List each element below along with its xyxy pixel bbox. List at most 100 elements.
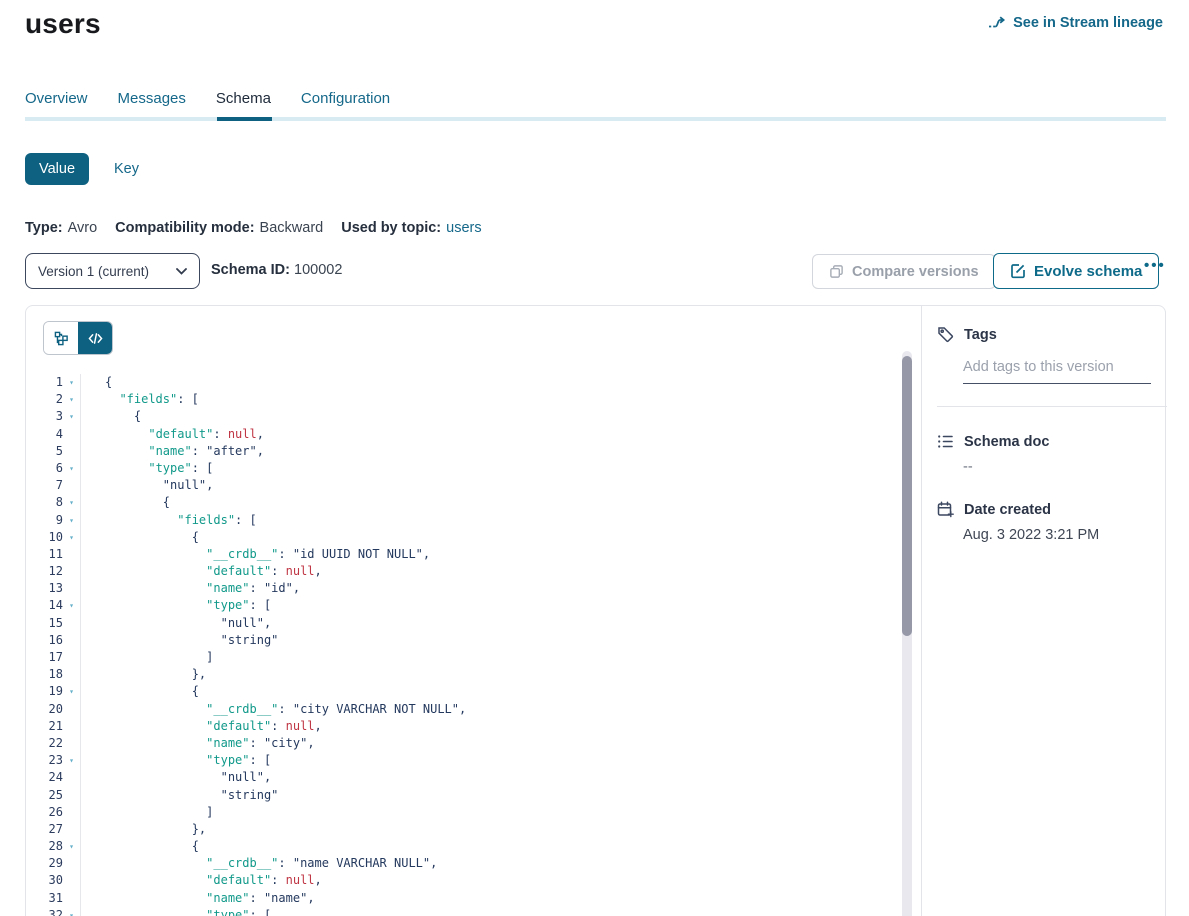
topic-link[interactable]: users — [446, 220, 481, 236]
code-line: 29"__crdb__": "name VARCHAR NULL", — [26, 855, 902, 872]
fold-spacer — [63, 546, 80, 563]
editor-scrollbar-track[interactable] — [902, 351, 912, 916]
fold-spacer — [63, 580, 80, 597]
tab-schema[interactable]: Schema — [216, 90, 271, 107]
compatibility-value: Backward — [260, 220, 324, 236]
value-tab-button[interactable]: Value — [25, 153, 89, 185]
fold-spacer — [63, 632, 80, 649]
code-line: 22"name": "city", — [26, 735, 902, 752]
code-line: 13 "name": "id", — [26, 580, 902, 597]
line-number: 4 — [26, 426, 63, 443]
line-number: 13 — [26, 580, 63, 597]
line-number: 32 — [26, 907, 63, 916]
tab-messages[interactable]: Messages — [118, 90, 186, 107]
schema-doc-section-header: Schema doc — [937, 433, 1167, 450]
line-number: 26 — [26, 804, 63, 821]
fold-spacer — [63, 855, 80, 872]
tab-configuration[interactable]: Configuration — [301, 90, 390, 107]
date-created-title: Date created — [964, 502, 1051, 518]
key-tab-link[interactable]: Key — [114, 161, 139, 177]
fold-chevron-icon[interactable]: ▾ — [63, 408, 80, 425]
fold-spacer — [63, 872, 80, 889]
line-number: 30 — [26, 872, 63, 889]
code-text: }, — [80, 666, 206, 683]
line-number: 15 — [26, 615, 63, 632]
more-options-button[interactable]: ••• — [1144, 257, 1166, 274]
schema-sidebar: Tags Schema doc -- — [923, 306, 1167, 916]
fold-chevron-icon[interactable]: ▾ — [63, 529, 80, 546]
code-line: 26] — [26, 804, 902, 821]
fold-chevron-icon[interactable]: ▾ — [63, 391, 80, 408]
schema-card: 1▾{2▾"fields": [3▾{4"default": null,5"na… — [25, 305, 1166, 916]
line-number: 28 — [26, 838, 63, 855]
fold-spacer — [63, 787, 80, 804]
fold-chevron-icon[interactable]: ▾ — [63, 494, 80, 511]
code-line: 3▾{ — [26, 408, 902, 425]
tags-title: Tags — [964, 327, 997, 343]
code-text: { — [80, 683, 199, 700]
page-title: users — [25, 8, 101, 40]
fold-chevron-icon[interactable]: ▾ — [63, 597, 80, 614]
fold-chevron-icon[interactable]: ▾ — [63, 752, 80, 769]
version-select-value: Version 1 (current) — [38, 264, 149, 279]
line-number: 16 — [26, 632, 63, 649]
fold-chevron-icon[interactable]: ▾ — [63, 907, 80, 916]
tree-view-button[interactable] — [44, 322, 78, 354]
line-number: 1 — [26, 374, 63, 391]
code-text: "default": null, — [80, 426, 264, 443]
add-tags-input[interactable] — [963, 357, 1151, 384]
type-label: Type: — [25, 220, 63, 236]
tab-overview[interactable]: Overview — [25, 90, 88, 107]
compare-versions-button[interactable]: Compare versions — [812, 254, 996, 289]
schema-id-value: 100002 — [294, 262, 342, 278]
line-number: 2 — [26, 391, 63, 408]
code-text: { — [80, 408, 141, 425]
code-text: "default": null, — [80, 718, 322, 735]
stream-lineage-icon — [988, 16, 1006, 30]
fold-chevron-icon[interactable]: ▾ — [63, 374, 80, 391]
code-text: "default": null, — [80, 872, 322, 889]
stream-lineage-link[interactable]: See in Stream lineage — [988, 15, 1163, 31]
version-toolbar: Version 1 (current) Schema ID: 100002 Co… — [0, 251, 1189, 291]
fold-chevron-icon[interactable]: ▾ — [63, 460, 80, 477]
code-line: 24"null", — [26, 769, 902, 786]
code-text: "type": [ — [80, 460, 213, 477]
evolve-schema-button[interactable]: Evolve schema — [993, 253, 1159, 289]
schema-editor: 1▾{2▾"fields": [3▾{4"default": null,5"na… — [26, 306, 922, 916]
fold-spacer — [63, 718, 80, 735]
list-icon — [937, 433, 954, 450]
used-by-topic-label: Used by topic: — [341, 220, 441, 236]
code-text: "name": "id", — [80, 580, 300, 597]
code-text: { — [80, 838, 199, 855]
code-line: 2▾"fields": [ — [26, 391, 902, 408]
code-text: ] — [80, 649, 213, 666]
code-view-button[interactable] — [78, 322, 112, 354]
line-number: 18 — [26, 666, 63, 683]
fold-spacer — [63, 443, 80, 460]
fold-chevron-icon[interactable]: ▾ — [63, 683, 80, 700]
line-number: 19 — [26, 683, 63, 700]
edit-box-icon — [1010, 263, 1026, 279]
code-text: "name": "city", — [80, 735, 315, 752]
code-line: 31"name": "name", — [26, 890, 902, 907]
fold-spacer — [63, 701, 80, 718]
editor-scrollbar-thumb[interactable] — [902, 356, 912, 636]
compatibility-label: Compatibility mode: — [115, 220, 254, 236]
code-line: 19▾{ — [26, 683, 902, 700]
version-select[interactable]: Version 1 (current) — [25, 253, 200, 289]
fold-spacer — [63, 769, 80, 786]
line-number: 3 — [26, 408, 63, 425]
code-text: "__crdb__": "name VARCHAR NULL", — [80, 855, 437, 872]
code-line: 18}, — [26, 666, 902, 683]
code-line: 20"__crdb__": "city VARCHAR NOT NULL", — [26, 701, 902, 718]
fold-spacer — [63, 426, 80, 443]
code-text: "null", — [80, 615, 271, 632]
tree-view-icon — [54, 331, 69, 346]
value-key-toggle: Value Key — [25, 153, 139, 185]
code-text: "type": [ — [80, 752, 271, 769]
code-text: { — [80, 529, 199, 546]
fold-spacer — [63, 563, 80, 580]
code-text: "__crdb__": "id UUID NOT NULL", — [80, 546, 430, 563]
fold-chevron-icon[interactable]: ▾ — [63, 838, 80, 855]
fold-chevron-icon[interactable]: ▾ — [63, 512, 80, 529]
